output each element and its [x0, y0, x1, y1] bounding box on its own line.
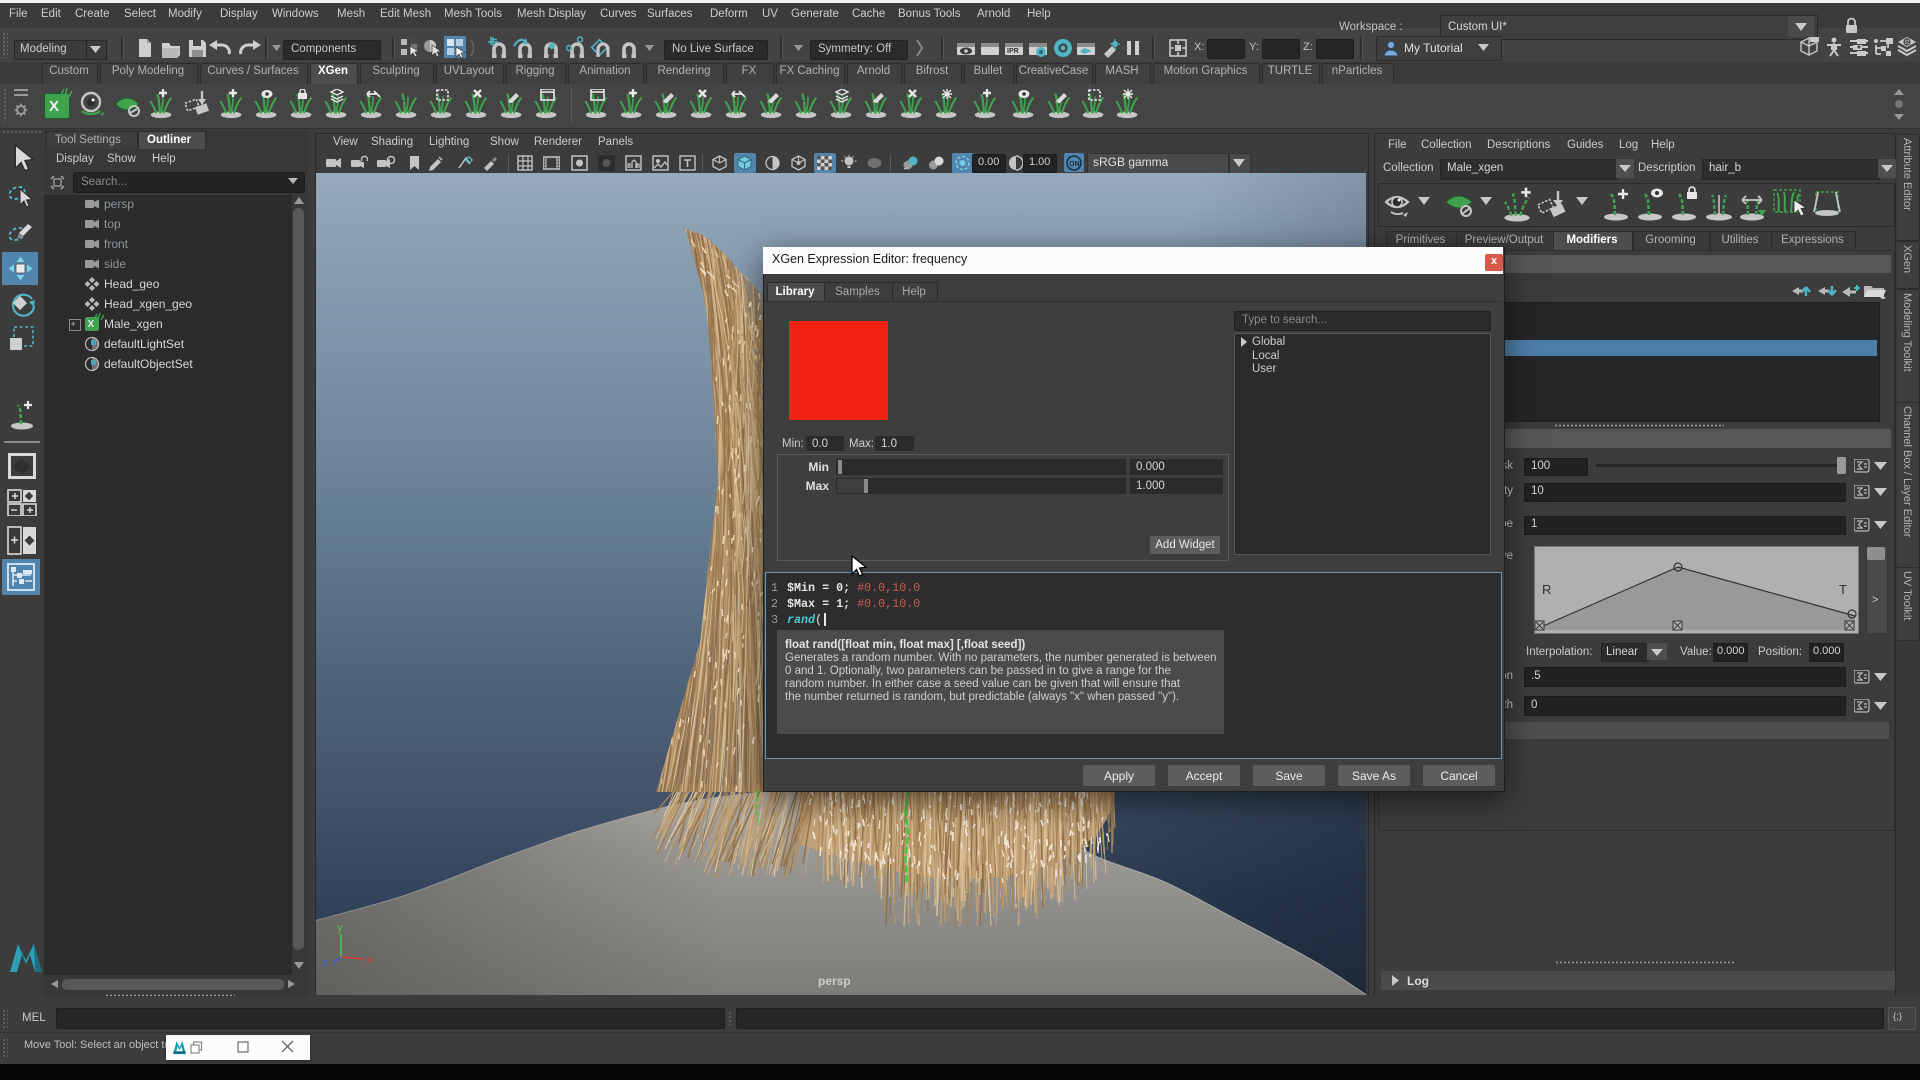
svg-text:R: R	[1542, 582, 1551, 597]
svg-text:IPR: IPR	[1007, 48, 1019, 55]
svg-text:x: x	[367, 954, 373, 966]
svg-text:ON: ON	[1069, 161, 1080, 168]
svg-text:z: z	[322, 957, 328, 969]
svg-text:y: y	[337, 922, 343, 934]
svg-text:T: T	[1839, 582, 1847, 597]
